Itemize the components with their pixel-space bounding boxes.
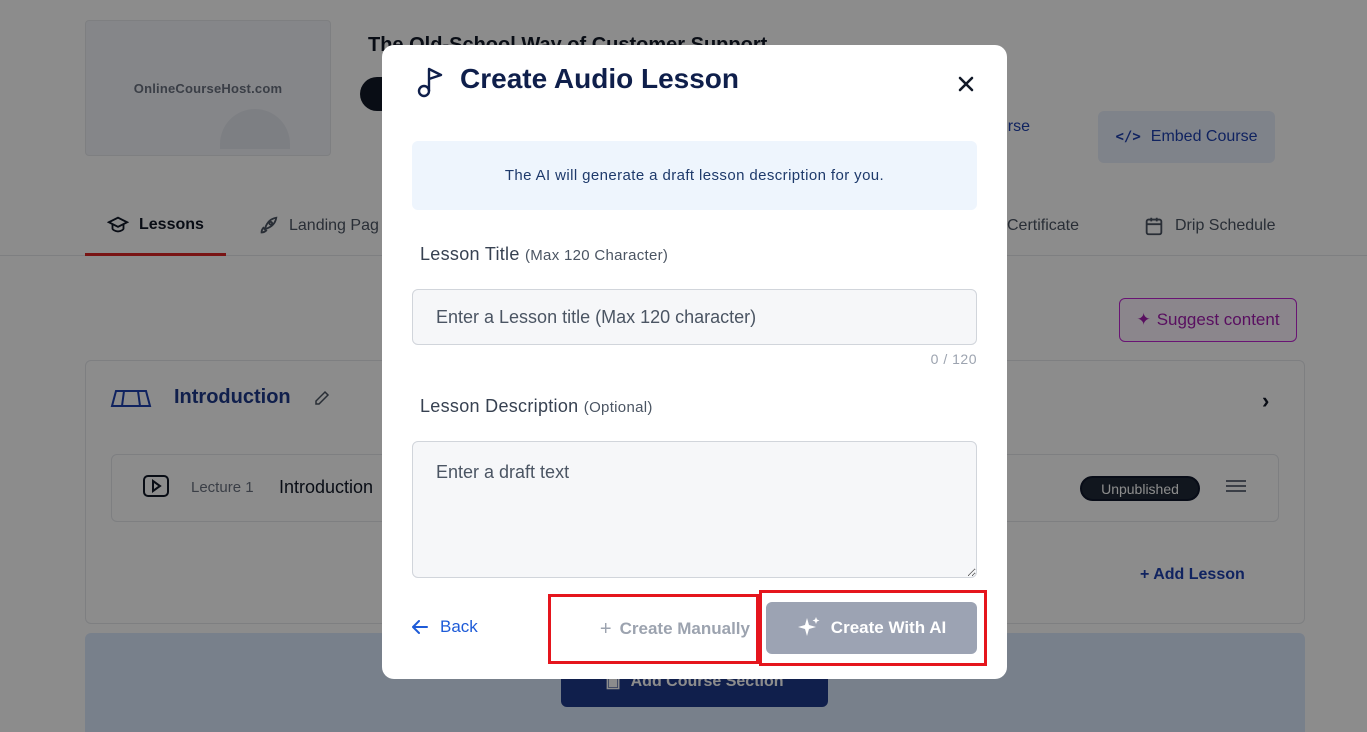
lesson-description-textarea[interactable] [412, 441, 977, 578]
create-manually-button[interactable]: + Create Manually [548, 594, 759, 664]
lesson-title-label: Lesson Title (Max 120 Character) [420, 244, 668, 265]
back-button[interactable]: Back [412, 617, 478, 637]
ai-info-banner: The AI will generate a draft lesson desc… [412, 141, 977, 210]
arrow-left-icon [412, 620, 428, 634]
lesson-description-label-text: Lesson Description [420, 396, 579, 416]
create-with-ai-label: Create With AI [830, 618, 947, 637]
lesson-description-hint: (Optional) [583, 399, 653, 416]
lesson-title-hint: (Max 120 Character) [524, 247, 669, 264]
close-icon[interactable] [954, 72, 978, 96]
lesson-title-input[interactable] [412, 289, 977, 345]
create-manually-label: Create Manually [619, 619, 750, 638]
lesson-title-label-text: Lesson Title [420, 244, 520, 264]
sparkle-icon [797, 617, 820, 636]
modal-title: Create Audio Lesson [460, 63, 740, 94]
create-with-ai-button[interactable]: Create With AI [766, 602, 977, 654]
plus-icon: + [599, 617, 612, 640]
music-note-icon [417, 67, 443, 98]
lesson-description-label: Lesson Description (Optional) [420, 396, 653, 417]
back-label: Back [440, 617, 478, 636]
lesson-title-character-counter: 0 / 120 [930, 351, 977, 367]
